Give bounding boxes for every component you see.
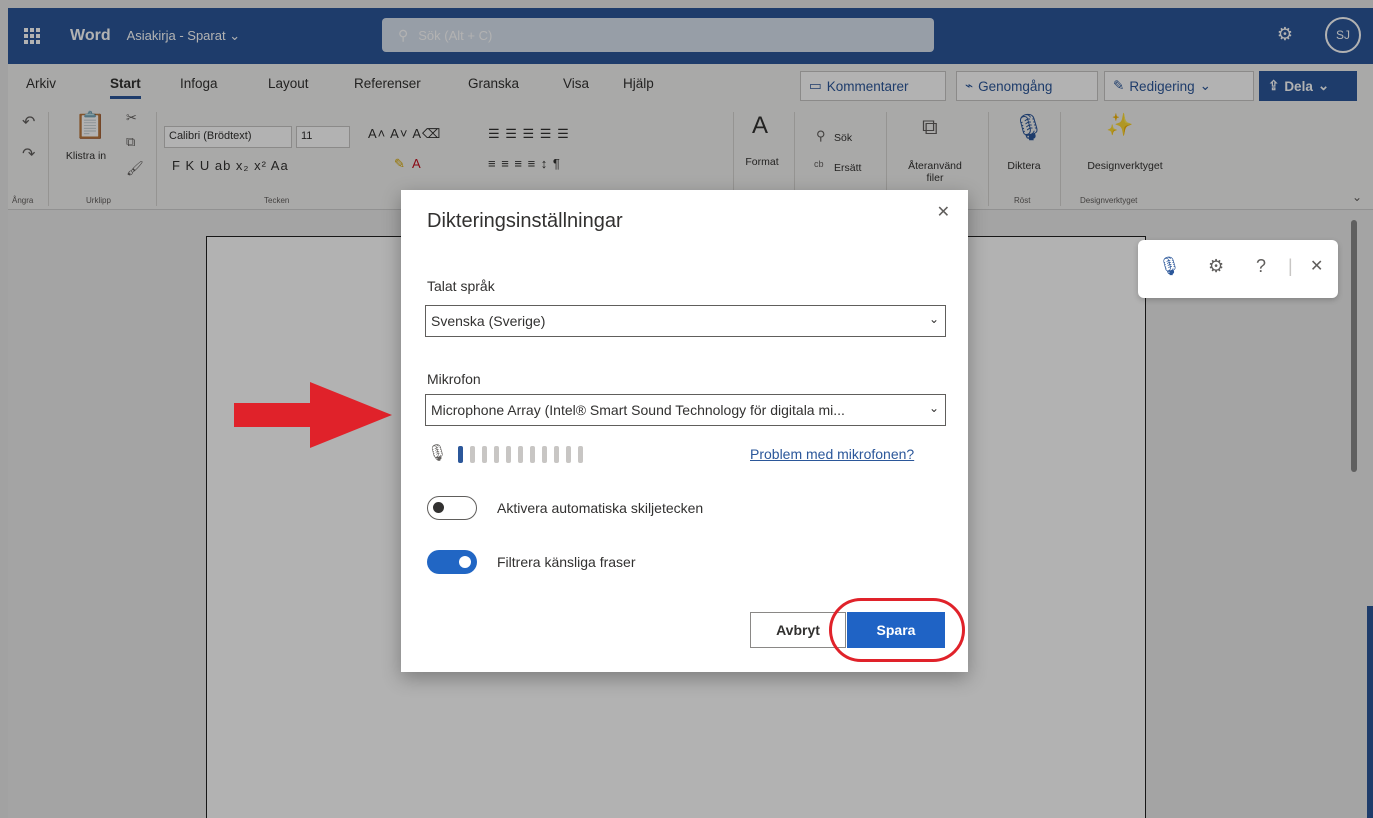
dictation-toolbar: 🎙 ⚙ ? | ✕ (1138, 240, 1338, 298)
mic-level-bar (554, 446, 559, 463)
language-select[interactable]: Svenska (Sverige) ⌄ (425, 305, 946, 337)
divider: | (1288, 256, 1293, 276)
mic-level-bar (566, 446, 571, 463)
microphone-select[interactable]: Microphone Array (Intel® Smart Sound Tec… (425, 394, 946, 426)
mic-level-bar (470, 446, 475, 463)
microphone-label: Mikrofon (427, 371, 481, 387)
filter-phrases-label: Filtrera känsliga fraser (497, 554, 636, 570)
microphone-value: Microphone Array (Intel® Smart Sound Tec… (431, 402, 845, 418)
annotation-circle (829, 598, 965, 662)
chevron-down-icon: ⌄ (928, 312, 939, 326)
annotation-arrow (234, 382, 392, 448)
language-label: Talat språk (427, 278, 495, 294)
chevron-down-icon: ⌄ (928, 401, 939, 415)
mic-level-bar (482, 446, 487, 463)
close-icon[interactable]: ✕ (937, 202, 950, 222)
mic-level-bar (506, 446, 511, 463)
mic-level-bar (530, 446, 535, 463)
language-value: Svenska (Sverige) (431, 313, 546, 329)
mic-level-bar (518, 446, 523, 463)
filter-phrases-toggle[interactable] (427, 550, 477, 574)
mic-problem-link[interactable]: Problem med mikrofonen? (750, 446, 914, 462)
gear-icon[interactable]: ⚙ (1208, 256, 1224, 277)
microphone-icon[interactable]: 🎙 (1158, 256, 1181, 277)
help-icon[interactable]: ? (1256, 256, 1266, 277)
mic-level-bar (494, 446, 499, 463)
close-icon[interactable]: ✕ (1310, 256, 1323, 276)
dialog-title: Dikteringsinställningar (427, 210, 623, 232)
mic-level-bar (578, 446, 583, 463)
mic-level-bar (542, 446, 547, 463)
mic-level-bar (458, 446, 463, 463)
mic-level-meter (458, 446, 583, 463)
microphone-icon: 🎙 (427, 445, 448, 462)
auto-punctuation-label: Aktivera automatiska skiljetecken (497, 500, 704, 516)
auto-punctuation-toggle[interactable] (427, 496, 477, 520)
